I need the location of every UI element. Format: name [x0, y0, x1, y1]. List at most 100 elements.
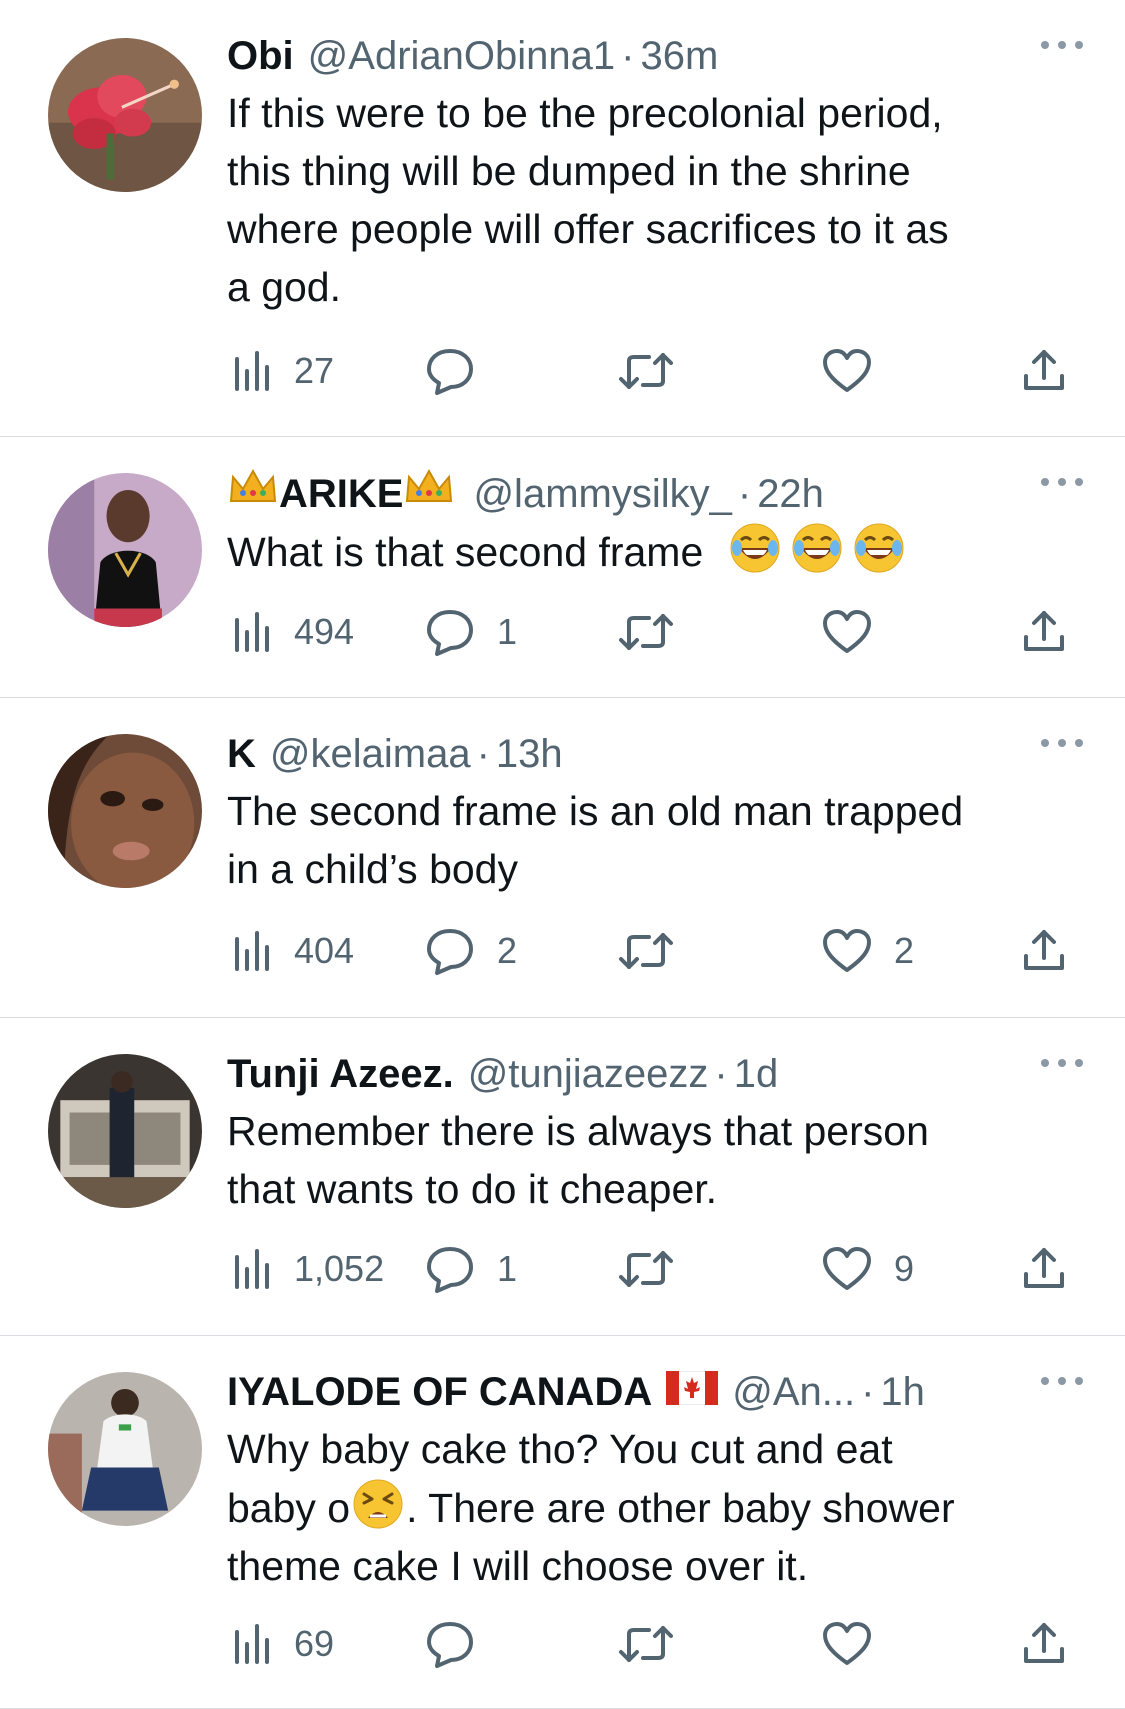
- avatar[interactable]: [48, 1054, 202, 1208]
- tweet-text-line: a god.: [227, 264, 341, 310]
- action-bar: 69: [227, 1619, 1077, 1669]
- tweet-text-line: this thing will be dumped in the shrine: [227, 148, 911, 194]
- retweet-button[interactable]: [617, 346, 697, 396]
- action-bar: 404 2 2: [227, 926, 1077, 976]
- separator: ·: [621, 34, 635, 78]
- like-count: 2: [894, 930, 915, 971]
- tweet-text-line: The second frame is an old man trapped: [227, 788, 964, 834]
- separator: ·: [476, 732, 490, 776]
- reply-button[interactable]: [425, 346, 497, 396]
- share-button[interactable]: [1022, 926, 1066, 976]
- action-bar: 494 1: [227, 607, 1077, 657]
- avatar[interactable]: [48, 734, 202, 888]
- display-name[interactable]: Obi: [227, 30, 294, 82]
- tweet-text-line: If this were to be the precolonial perio…: [227, 90, 943, 136]
- separator: ·: [861, 1370, 875, 1414]
- canada-flag-emoji: [666, 1371, 719, 1405]
- like-icon: [823, 349, 871, 392]
- tweet-text-line: theme cake I will choose over it.: [227, 1543, 809, 1589]
- views-button[interactable]: 1,052: [232, 1244, 384, 1294]
- share-button[interactable]: [1022, 346, 1066, 396]
- like-icon: [823, 1622, 871, 1665]
- laughing-emoji: [791, 522, 843, 574]
- user-handle[interactable]: @AdrianObinna1: [308, 30, 615, 82]
- tweet-text-line: that wants to do it cheaper.: [227, 1166, 718, 1212]
- display-name[interactable]: Tunji Azeez.: [227, 1048, 454, 1100]
- tweet-text-line: Remember there is always that person: [227, 1108, 929, 1154]
- tweet-arike[interactable]: ARIKE @lammysilky_ · 22h What is that se…: [0, 437, 1125, 698]
- reply-count: 1: [497, 1248, 518, 1289]
- retweet-icon: [619, 933, 673, 969]
- retweet-button[interactable]: [617, 1619, 697, 1669]
- action-bar: 1,052 1 9: [227, 1244, 1077, 1294]
- laughing-emoji: [729, 522, 781, 574]
- like-button[interactable]: [822, 607, 894, 657]
- views-icon: [235, 1624, 269, 1664]
- share-button[interactable]: [1022, 1619, 1066, 1669]
- tweet-text-line: in a child’s body: [227, 846, 518, 892]
- timestamp[interactable]: 1h: [880, 1366, 925, 1418]
- like-count: 9: [894, 1248, 915, 1289]
- retweet-button[interactable]: [617, 607, 697, 657]
- share-button[interactable]: [1022, 607, 1066, 657]
- retweet-icon: [619, 1626, 673, 1662]
- more-icon[interactable]: [1041, 1374, 1083, 1388]
- tweet-text-line: What is that second frame: [227, 529, 704, 575]
- reply-button[interactable]: 1: [425, 1244, 517, 1294]
- views-count: 69: [294, 1623, 335, 1664]
- laughing-emoji: [853, 522, 905, 574]
- like-icon: [823, 1247, 871, 1290]
- reply-count: 1: [497, 611, 518, 652]
- avatar[interactable]: [48, 1372, 202, 1526]
- views-count: 27: [294, 350, 335, 391]
- retweet-icon: [619, 1251, 673, 1287]
- views-button[interactable]: 27: [232, 346, 334, 396]
- views-button[interactable]: 404: [232, 926, 354, 976]
- reply-icon: [427, 349, 473, 395]
- like-button[interactable]: [822, 346, 894, 396]
- avatar[interactable]: [48, 38, 202, 192]
- reply-button[interactable]: 1: [425, 607, 517, 657]
- avatar[interactable]: [48, 473, 202, 627]
- timestamp[interactable]: 36m: [640, 30, 718, 82]
- more-icon[interactable]: [1041, 475, 1083, 489]
- views-button[interactable]: 69: [232, 1619, 334, 1669]
- like-button[interactable]: [822, 1619, 894, 1669]
- tweet-text: The second frame is an old man trapped i…: [227, 782, 1085, 898]
- share-button[interactable]: [1022, 1244, 1066, 1294]
- display-name[interactable]: K: [227, 728, 256, 780]
- timestamp[interactable]: 13h: [496, 728, 563, 780]
- views-button[interactable]: 494: [232, 607, 354, 657]
- views-count: 1,052: [294, 1248, 385, 1289]
- tweet-tunji[interactable]: Tunji Azeez. @tunjiazeezz · 1d Remember …: [0, 1018, 1125, 1336]
- action-bar: 27: [227, 346, 1077, 396]
- timestamp[interactable]: 1d: [734, 1048, 779, 1100]
- more-icon[interactable]: [1041, 1056, 1083, 1070]
- tweet-obi[interactable]: Obi @AdrianObinna1 · 36m If this were to…: [0, 0, 1125, 437]
- display-name[interactable]: IYALODE OF CANADA: [227, 1366, 652, 1418]
- timestamp[interactable]: 22h: [757, 468, 824, 520]
- retweet-button[interactable]: [617, 1244, 697, 1294]
- more-icon[interactable]: [1041, 736, 1083, 750]
- tweet-text-line: where people will offer sacrifices to it…: [227, 206, 949, 252]
- like-button[interactable]: 2: [822, 926, 914, 976]
- views-icon: [235, 612, 269, 652]
- retweet-icon: [619, 614, 673, 650]
- reply-button[interactable]: [425, 1619, 497, 1669]
- like-button[interactable]: 9: [822, 1244, 914, 1294]
- user-handle[interactable]: @tunjiazeezz: [468, 1048, 709, 1100]
- tweet-k[interactable]: K @kelaimaa · 13h The second frame is an…: [0, 698, 1125, 1018]
- like-icon: [823, 610, 871, 653]
- tweet-text: If this were to be the precolonial perio…: [227, 84, 1085, 316]
- reply-icon: [427, 610, 473, 656]
- reply-button[interactable]: 2: [425, 926, 517, 976]
- tweet-text: What is that second frame: [227, 522, 1085, 581]
- retweet-button[interactable]: [617, 926, 697, 976]
- user-handle[interactable]: @lammysilky_: [473, 468, 731, 520]
- user-handle[interactable]: @An...: [732, 1366, 855, 1418]
- views-icon: [235, 931, 269, 971]
- display-name[interactable]: ARIKE: [279, 468, 403, 520]
- tweet-iyalode[interactable]: IYALODE OF CANADA @An... · 1h Why baby c…: [0, 1336, 1125, 1709]
- user-handle[interactable]: @kelaimaa: [270, 728, 471, 780]
- more-icon[interactable]: [1041, 38, 1083, 52]
